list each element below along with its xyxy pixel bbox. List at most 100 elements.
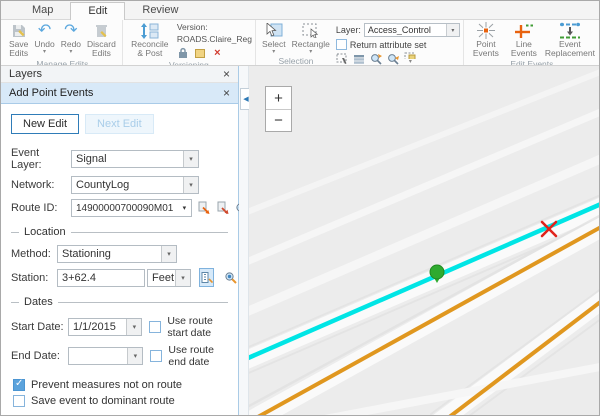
event-replacement-icon xyxy=(558,22,582,39)
group-label-selection: Selection xyxy=(259,55,333,66)
group-label-edit-events: Edit Events xyxy=(467,58,597,66)
event-layer-label: Event Layer: xyxy=(11,147,71,171)
start-date-select[interactable]: 1/1/2015 ▾ xyxy=(68,318,142,336)
location-section-header: Location xyxy=(11,226,228,238)
map-view[interactable]: + − xyxy=(249,66,599,415)
clear-selection-icon[interactable]: ▾ xyxy=(404,52,417,65)
trash-icon xyxy=(94,22,109,39)
layers-pane-header: Layers × xyxy=(1,66,238,83)
map-zoom-control: + − xyxy=(265,86,292,132)
close-icon[interactable]: × xyxy=(223,67,230,81)
prevent-measures-label: Prevent measures not on route xyxy=(31,379,182,391)
zoom-to-station-icon[interactable] xyxy=(224,271,237,284)
chevron-down-icon[interactable]: ▾ xyxy=(161,246,176,262)
select-by-attributes-icon[interactable] xyxy=(336,52,349,65)
ribbon-group-selection: Select ▾ Rectangle ▾ Selection xyxy=(256,20,464,65)
method-label: Method: xyxy=(11,248,57,260)
reconcile-icon xyxy=(140,22,160,39)
map-canvas xyxy=(249,66,599,415)
chevron-down-icon[interactable]: ▾ xyxy=(446,24,459,36)
reconcile-post-button[interactable]: Reconcile & Post xyxy=(126,21,174,58)
station-label: Station: xyxy=(11,272,57,284)
layers-pane-title: Layers xyxy=(9,68,42,80)
chevron-down-icon[interactable]: ▾ xyxy=(69,49,72,55)
point-events-icon xyxy=(477,22,495,39)
network-label: Network: xyxy=(11,179,71,191)
line-events-icon xyxy=(514,22,534,39)
ribbon-group-edit-events: Point Events Line Events E xyxy=(464,20,599,65)
event-replacement-button[interactable]: Event Replacement xyxy=(543,21,597,58)
delete-version-icon[interactable]: × xyxy=(211,46,224,59)
return-attribute-set-checkbox[interactable] xyxy=(336,39,347,50)
version-value: ROADS.Claire_Reg xyxy=(177,33,252,45)
rectangle-select-icon xyxy=(302,22,320,39)
zoom-to-selection-icon[interactable] xyxy=(370,52,383,65)
tab-review[interactable]: Review xyxy=(125,2,195,19)
select-tool-button[interactable]: Select ▾ xyxy=(259,21,289,55)
select-cursor-icon xyxy=(264,22,283,39)
redo-button[interactable]: ↷ Redo ▾ xyxy=(58,21,84,55)
route-id-label: Route ID: xyxy=(11,202,71,214)
chevron-down-icon[interactable]: ▾ xyxy=(409,59,412,65)
ribbon: Save Edits ↶ Undo ▾ ↷ Redo ▾ Discard Edi… xyxy=(1,20,599,66)
use-route-end-date-label: Use route end date xyxy=(168,344,228,368)
collapse-left-icon: ◀ xyxy=(243,95,248,103)
use-route-start-date-checkbox[interactable] xyxy=(149,321,161,333)
discard-edits-button[interactable]: Discard Edits xyxy=(84,21,119,58)
method-select[interactable]: Stationing ▾ xyxy=(57,245,177,263)
use-route-end-date-checkbox[interactable] xyxy=(150,350,162,362)
ribbon-group-versioning: Reconcile & Post Version: ROADS.Claire_R… xyxy=(123,20,256,65)
start-date-label: Start Date: xyxy=(11,321,68,333)
close-icon[interactable]: × xyxy=(223,86,230,100)
save-edits-button[interactable]: Save Edits xyxy=(6,21,31,58)
route-id-combobox[interactable]: 14900000700090M01 ▾ xyxy=(71,199,192,217)
end-date-select[interactable]: ▾ xyxy=(68,347,143,365)
network-select[interactable]: CountyLog ▾ xyxy=(71,176,199,194)
undo-button[interactable]: ↶ Undo ▾ xyxy=(31,21,57,55)
selection-layer-select[interactable]: Access_Control ▾ xyxy=(364,23,460,37)
add-point-events-header: Add Point Events × xyxy=(1,83,238,104)
zoom-out-button[interactable]: − xyxy=(266,109,291,131)
point-events-button[interactable]: Point Events xyxy=(467,21,505,58)
redo-icon: ↷ xyxy=(64,22,77,39)
attribute-list-icon[interactable] xyxy=(353,52,366,65)
rectangle-tool-button[interactable]: Rectangle ▾ xyxy=(289,21,333,55)
end-date-label: End Date: xyxy=(11,350,68,362)
group-label-manage-edits: Manage Edits xyxy=(6,58,119,66)
chevron-down-icon[interactable]: ▾ xyxy=(177,200,191,216)
use-route-start-date-label: Use route start date xyxy=(167,315,228,339)
line-events-button[interactable]: Line Events xyxy=(505,21,543,58)
pan-to-selection-icon[interactable] xyxy=(387,52,400,65)
chevron-down-icon[interactable]: ▾ xyxy=(127,348,142,364)
event-layer-select[interactable]: Signal ▾ xyxy=(71,150,199,168)
chevron-down-icon[interactable]: ▾ xyxy=(126,319,141,335)
version-label: Version: xyxy=(177,21,252,33)
group-label-versioning: Versioning xyxy=(126,59,252,66)
zoom-in-button[interactable]: + xyxy=(266,87,291,109)
save-to-dominant-checkbox[interactable] xyxy=(13,395,25,407)
return-attribute-set-label: Return attribute set xyxy=(350,40,427,50)
chevron-down-icon[interactable]: ▾ xyxy=(175,270,190,286)
tab-edit[interactable]: Edit xyxy=(70,2,125,20)
chevron-down-icon[interactable]: ▾ xyxy=(43,49,46,55)
chevron-down-icon[interactable]: ▾ xyxy=(183,151,198,167)
undo-icon: ↶ xyxy=(38,22,51,39)
chevron-down-icon[interactable]: ▾ xyxy=(183,177,198,193)
save-icon xyxy=(11,22,27,39)
panel-divider: ◀ xyxy=(239,66,249,415)
station-pick-tool-button[interactable] xyxy=(199,268,214,287)
lock-version-icon[interactable] xyxy=(177,46,190,59)
station-unit-select[interactable]: Feet ▾ xyxy=(147,269,191,287)
select-route-on-map-icon[interactable] xyxy=(197,201,211,215)
ribbon-tab-bar: Map Edit Review xyxy=(1,1,599,20)
new-edit-button[interactable]: New Edit xyxy=(11,114,79,134)
station-input[interactable] xyxy=(57,269,145,287)
save-to-dominant-label: Save event to dominant route xyxy=(31,395,175,407)
select-route-from-selection-icon[interactable] xyxy=(216,201,230,215)
prevent-measures-checkbox[interactable]: ✓ xyxy=(13,379,25,391)
check-icon: ✓ xyxy=(15,378,23,389)
add-point-events-panel: Layers × Add Point Events × New Edit Nex… xyxy=(1,66,239,415)
next-edit-button[interactable]: Next Edit xyxy=(85,114,154,134)
tab-map[interactable]: Map xyxy=(15,2,70,19)
new-version-icon[interactable] xyxy=(194,46,207,59)
